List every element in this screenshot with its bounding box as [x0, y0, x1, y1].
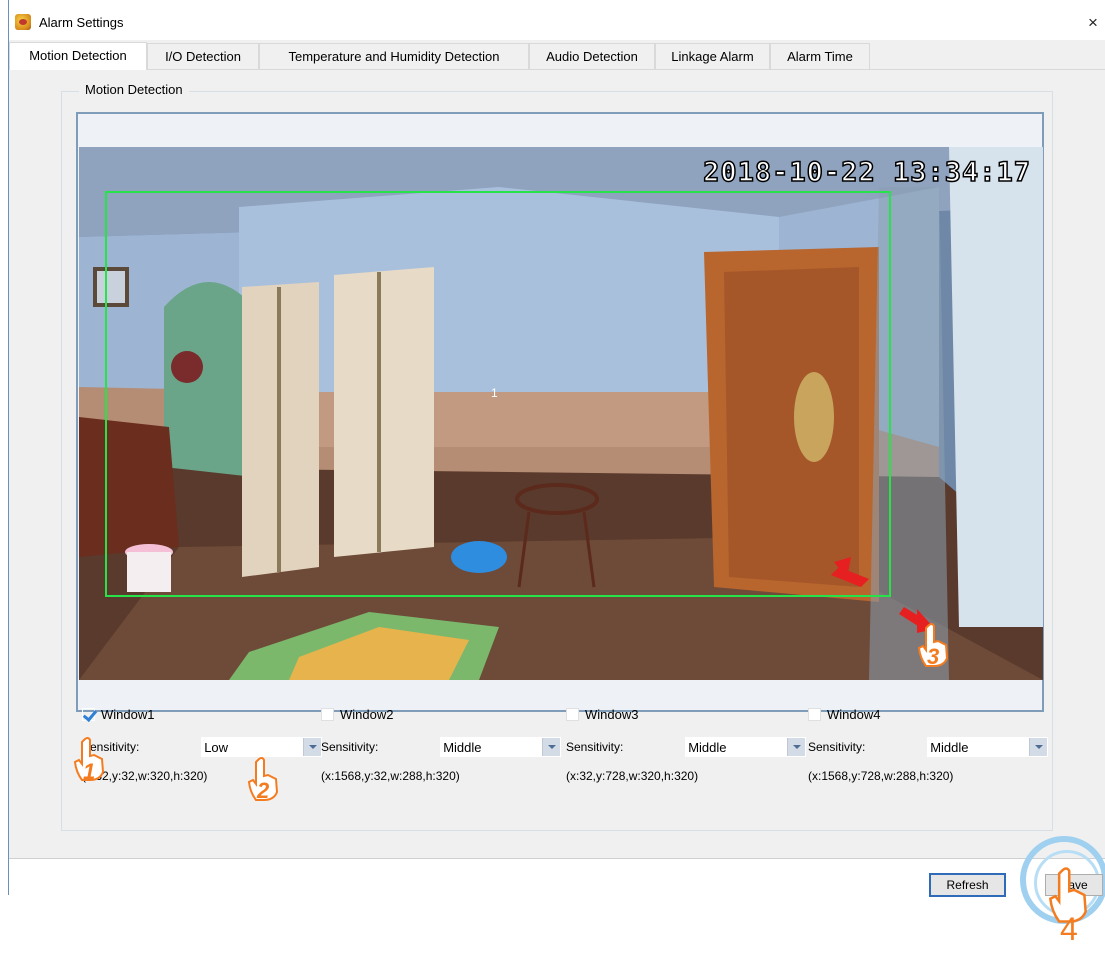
alarm-settings-window: Alarm Settings × Motion Detection I/O De… [8, 0, 1105, 897]
title-bar: Alarm Settings × [9, 0, 1105, 40]
detection-window-1-rect[interactable] [105, 191, 891, 597]
tab-linkage-alarm[interactable]: Linkage Alarm [655, 43, 770, 70]
tab-motion-detection[interactable]: Motion Detection [9, 42, 147, 71]
window4-settings: Window4 Sensitivity: Middle (x:1568,y:72… [808, 703, 1048, 783]
window2-label: Window2 [340, 706, 394, 722]
window2-sensitivity-label: Sensitivity: [321, 740, 379, 754]
window2-coords: (x:1568,y:32,w:288,h:320) [321, 769, 460, 783]
window1-sensitivity-value: Low [204, 740, 229, 755]
window1-label: Window1 [101, 706, 155, 722]
window4-coords: (x:1568,y:728,w:288,h:320) [808, 769, 954, 783]
window1-coords: (x:32,y:32,w:320,h:320) [82, 769, 208, 783]
window1-settings: Window1 Sensitivity: Low (x:32,y:32,w:32… [82, 703, 322, 783]
tab-io-detection[interactable]: I/O Detection [147, 43, 259, 70]
window3-sensitivity-select[interactable]: Middle [685, 737, 806, 757]
window1-checkbox[interactable] [82, 707, 95, 721]
window2-sensitivity-select[interactable]: Middle [440, 737, 561, 757]
tab-audio-detection[interactable]: Audio Detection [529, 43, 655, 70]
window3-sensitivity-value: Middle [688, 740, 727, 755]
step-1-marker: 1 [83, 759, 96, 784]
tab-bar: Motion Detection I/O Detection Temperatu… [9, 42, 1105, 71]
chevron-down-icon[interactable] [303, 738, 321, 756]
window3-settings: Window3 Sensitivity: Middle (x:32,y:728,… [566, 703, 806, 783]
window4-sensitivity-label: Sensitivity: [808, 740, 866, 754]
camera-preview[interactable]: 2018-10-22 13:34:17 1 [79, 147, 1043, 680]
close-button[interactable]: × [1082, 12, 1104, 34]
refresh-button[interactable]: Refresh [929, 873, 1006, 897]
tab-temperature-humidity-detection[interactable]: Temperature and Humidity Detection [259, 43, 529, 70]
detection-window-number: 1 [491, 386, 498, 400]
chevron-down-icon[interactable] [787, 738, 805, 756]
group-title: Motion Detection [79, 82, 189, 97]
window4-label: Window4 [827, 706, 881, 722]
window4-checkbox[interactable] [808, 707, 821, 721]
step-4-marker: 4 [1060, 911, 1078, 947]
window3-sensitivity-label: Sensitivity: [566, 740, 624, 754]
chevron-down-icon[interactable] [1029, 738, 1047, 756]
window1-sensitivity-select[interactable]: Low [201, 737, 322, 757]
window2-settings: Window2 Sensitivity: Middle (x:1568,y:32… [321, 703, 561, 783]
tab-alarm-time[interactable]: Alarm Time [770, 43, 870, 70]
window2-sensitivity-value: Middle [443, 740, 482, 755]
window4-sensitivity-value: Middle [930, 740, 969, 755]
window-title: Alarm Settings [39, 15, 124, 30]
window3-label: Window3 [585, 706, 639, 722]
step-2-marker: 2 [257, 778, 270, 803]
app-icon [15, 14, 31, 30]
video-timestamp: 2018-10-22 13:34:17 [702, 156, 1031, 189]
window3-coords: (x:32,y:728,w:320,h:320) [566, 769, 699, 783]
video-frame: 2018-10-22 13:34:17 1 [76, 112, 1044, 712]
chevron-down-icon[interactable] [542, 738, 560, 756]
window3-checkbox[interactable] [566, 707, 579, 721]
window2-checkbox[interactable] [321, 707, 334, 721]
bottom-button-bar: Refresh Save [9, 858, 1105, 897]
window4-sensitivity-select[interactable]: Middle [927, 737, 1048, 757]
step-3-marker: 3 [927, 644, 940, 669]
